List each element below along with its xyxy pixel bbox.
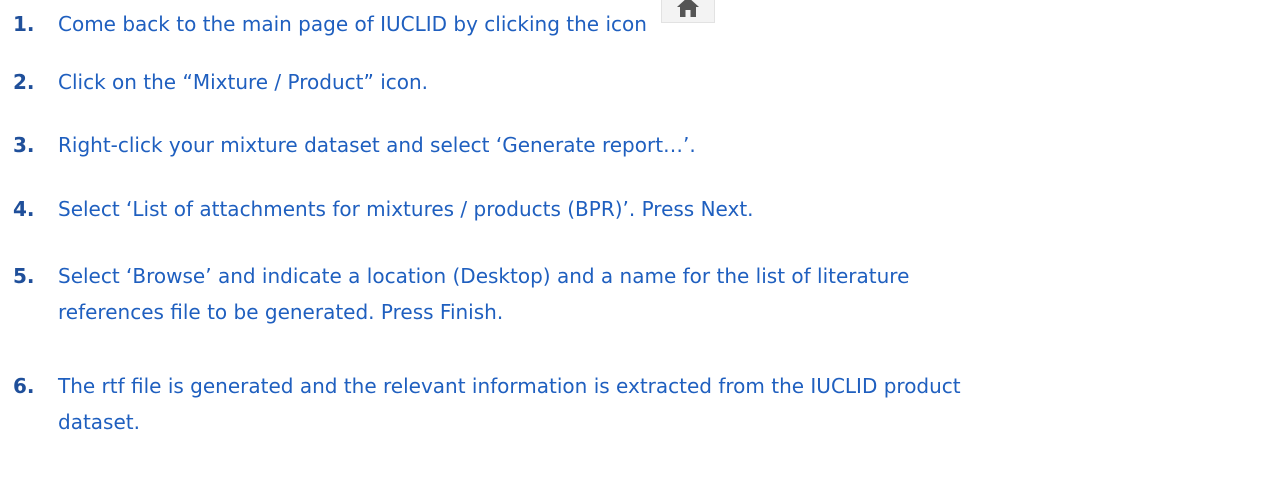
step-text: Select ‘List of attachments for mixtures… — [58, 197, 754, 221]
step-number: 6. — [13, 374, 35, 398]
step-text-line: The rtf file is generated and the releva… — [58, 374, 961, 398]
step-text-line: dataset. — [58, 410, 140, 434]
home-icon — [661, 0, 716, 23]
step-number: 2. — [13, 70, 35, 94]
step-text: The rtf file is generated and the releva… — [58, 368, 961, 440]
step-text-line: Select ‘Browse’ and indicate a location … — [58, 264, 910, 288]
step-text: Come back to the main page of IUCLID by … — [58, 0, 716, 42]
step-text: Click on the “Mixture / Product” icon. — [58, 70, 429, 94]
step-number: 4. — [13, 197, 35, 221]
step-text: Select ‘Browse’ and indicate a location … — [58, 258, 909, 330]
step-1-label: Come back to the main page of IUCLID by … — [58, 12, 647, 36]
step-number: 5. — [13, 264, 35, 288]
home-icon-glyph — [677, 0, 700, 17]
step-text: Right-click your mixture dataset and sel… — [58, 133, 696, 157]
step-text-line: references file to be generated. Press F… — [58, 300, 504, 324]
step-number: 3. — [13, 133, 35, 157]
step-number: 1. — [13, 12, 35, 36]
